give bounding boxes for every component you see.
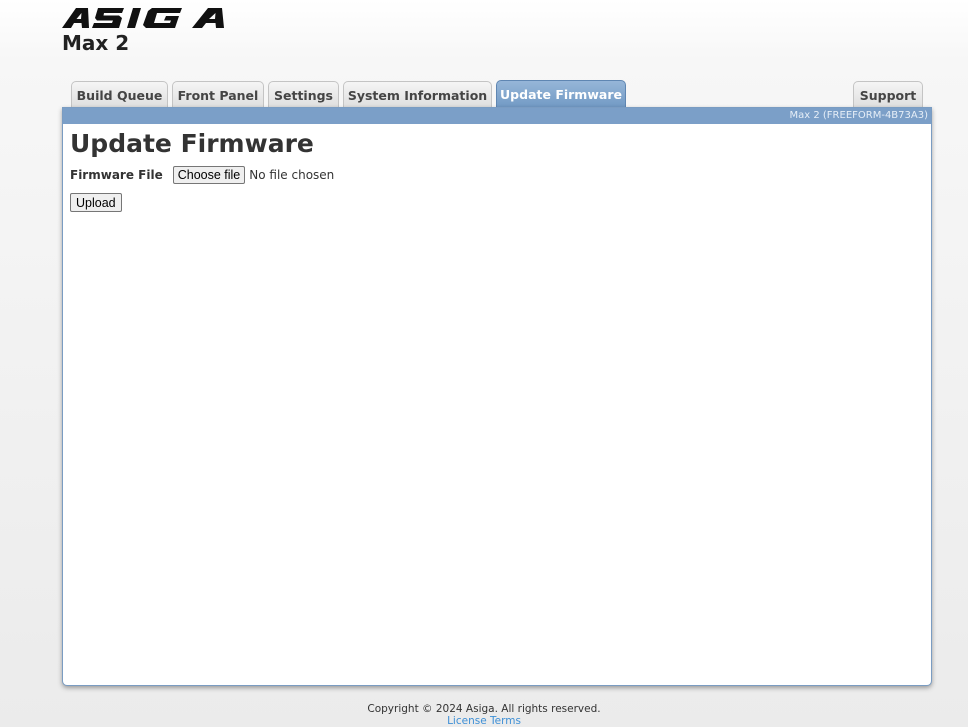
footer: Copyright © 2024 Asiga. All rights reser… [0, 703, 968, 727]
upload-button[interactable]: Upload [70, 193, 122, 212]
tab-support[interactable]: Support [853, 81, 923, 108]
firmware-file-label: Firmware File [70, 168, 163, 182]
asiga-logo [62, 8, 224, 28]
choose-file-button[interactable]: Choose file [172, 166, 246, 184]
copyright-text: Copyright © 2024 Asiga. All rights reser… [367, 703, 601, 715]
main-panel: Max 2 (FREEFORM-4B73A3) Update Firmware … [62, 107, 932, 686]
tab-build-queue[interactable]: Build Queue [71, 81, 168, 108]
tab-system-information[interactable]: System Information [343, 81, 492, 108]
license-terms-link[interactable]: License Terms [0, 715, 968, 727]
firmware-file-row: Firmware File Choose file No file chosen [70, 165, 334, 185]
device-id: Max 2 (FREEFORM-4B73A3) [789, 110, 929, 121]
model-title: Max 2 [62, 31, 130, 55]
page-heading: Update Firmware [70, 129, 314, 158]
device-id-bar: Max 2 (FREEFORM-4B73A3) [63, 108, 931, 124]
tab-settings[interactable]: Settings [268, 81, 339, 108]
tab-front-panel[interactable]: Front Panel [172, 81, 264, 108]
tab-update-firmware[interactable]: Update Firmware [496, 80, 626, 108]
file-status: No file chosen [249, 168, 335, 182]
